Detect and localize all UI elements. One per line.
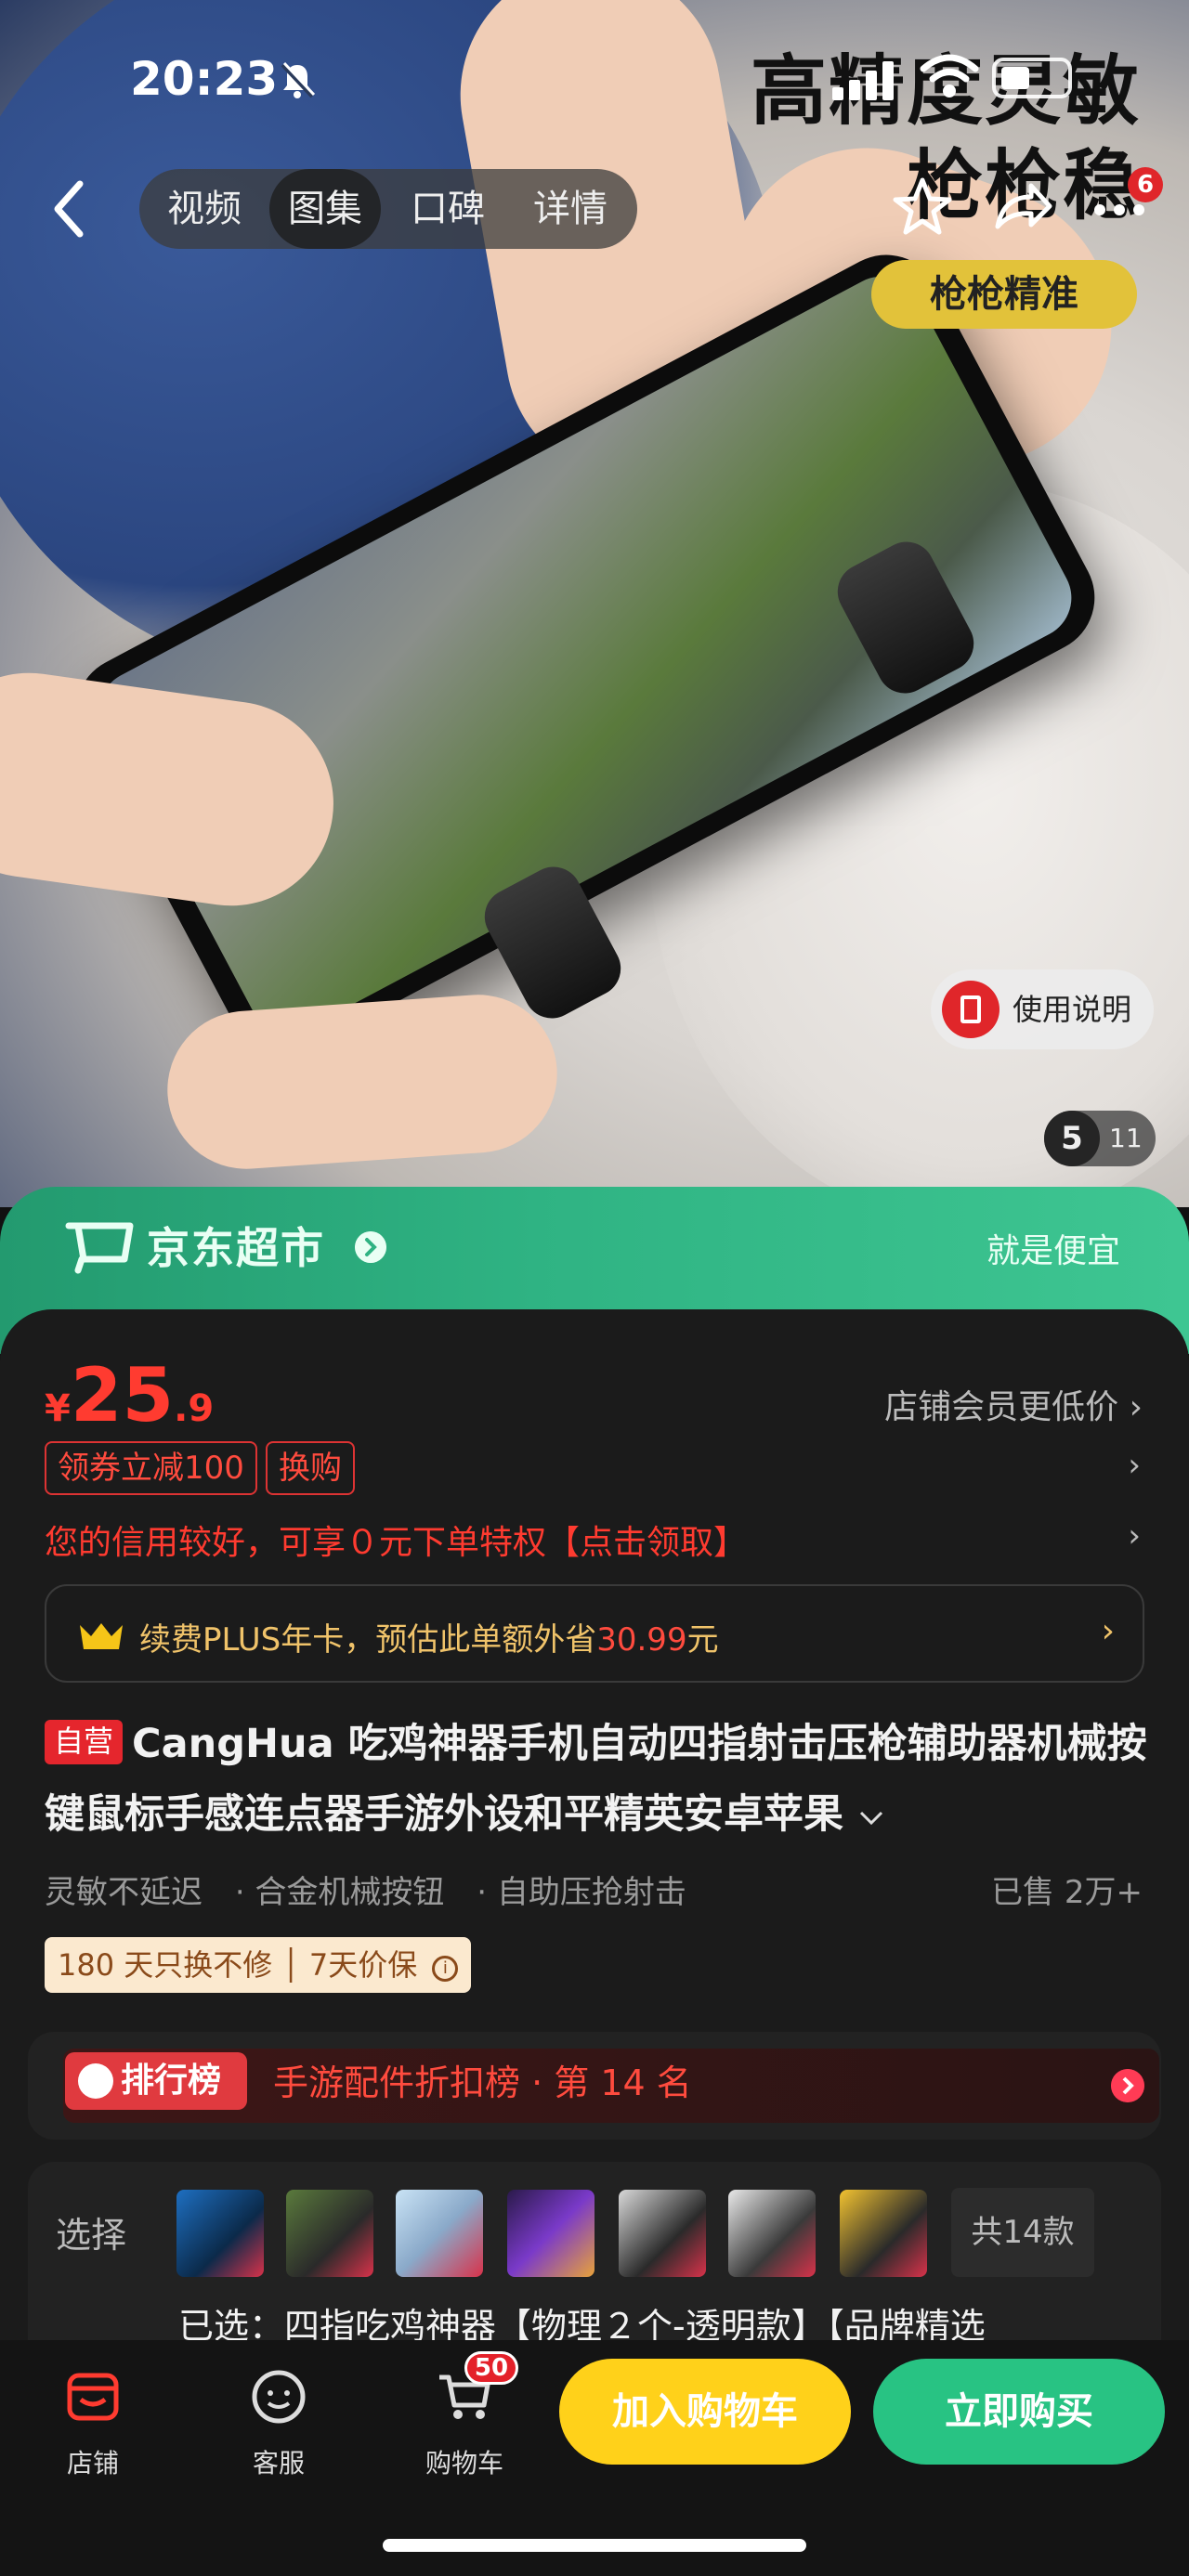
credit-chevron-icon[interactable]: › <box>1128 1517 1141 1555</box>
banner-arrow-icon <box>355 1231 386 1263</box>
tab-gallery[interactable]: 图集 <box>269 169 381 249</box>
wifi-icon <box>920 54 979 98</box>
product-title[interactable]: 自营 CangHua 吃鸡神器手机自动四指射击压枪辅助器机械按键鼠标手感连点器手游… <box>45 1709 1150 1850</box>
media-tabs: 视频 图集 口碑 详情 <box>139 169 637 249</box>
price-integer: 25 <box>70 1352 175 1438</box>
variant-thumb[interactable] <box>728 2190 816 2277</box>
ranking-label-text: 排行榜 <box>121 2062 222 2100</box>
pager-total: 11 <box>1109 1123 1143 1153</box>
credit-promo[interactable]: 您的信用较好，可享０元下单特权【点击领取】 <box>45 1516 747 1564</box>
cart-label: 购物车 <box>425 2448 503 2478</box>
plus-text-prefix: 续费PLUS年卡，预估此单额外省 <box>139 1621 597 1659</box>
ranking-arrow-icon <box>1111 2069 1144 2102</box>
buy-now-button[interactable]: 立即购买 <box>873 2359 1165 2465</box>
price-currency: ¥ <box>45 1387 71 1430</box>
member-price-text: 店铺会员更低价 <box>884 1388 1119 1426</box>
coupon-chevron-icon[interactable]: › <box>1128 1447 1141 1484</box>
feature-list: 灵敏不延迟 · 合金机械按钮 · 自助压抢射击 <box>45 1867 709 1912</box>
add-to-cart-button[interactable]: 加入购物车 <box>559 2359 851 2465</box>
price: ¥25.9 <box>45 1352 214 1438</box>
tab-details[interactable]: 详情 <box>515 169 626 249</box>
back-arrow-icon[interactable] <box>45 176 100 241</box>
battery-icon <box>992 58 1072 98</box>
plus-text: 续费PLUS年卡，预估此单额外省30.99元 <box>139 1614 719 1659</box>
manual-book-icon <box>942 981 1000 1038</box>
hero-pill: 枪枪精准 <box>871 260 1137 329</box>
variant-thumb[interactable] <box>840 2190 927 2277</box>
left-thumb <box>162 989 563 1175</box>
variant-thumb[interactable] <box>507 2190 594 2277</box>
cart-count-badge: 50 <box>464 2351 518 2385</box>
shop-label: 店铺 <box>66 2448 119 2478</box>
expand-chevron-icon[interactable] <box>857 1809 885 1828</box>
member-price-link[interactable]: 店铺会员更低价 › <box>884 1380 1143 1428</box>
ranking-section[interactable]: 排行榜 手游配件折扣榜 · 第 14 名 <box>28 2032 1161 2140</box>
product-title-text: CangHua 吃鸡神器手机自动四指射击压枪辅助器机械按键鼠标手感连点器手游外设… <box>45 1721 1147 1838</box>
ranking-label: 排行榜 <box>65 2052 247 2110</box>
price-decimal: .9 <box>174 1387 215 1430</box>
self-operated-tag: 自营 <box>45 1720 124 1764</box>
variant-thumb[interactable] <box>286 2190 373 2277</box>
service-text: 180 天只换不修 │ 7天价保 <box>58 1947 418 1983</box>
mute-bell-icon <box>281 61 316 98</box>
crown-icon <box>80 1623 123 1649</box>
trophy-icon <box>78 2063 113 2099</box>
plus-chevron-icon: › <box>1101 1612 1115 1650</box>
tab-video[interactable]: 视频 <box>149 169 260 249</box>
cart-button[interactable]: 购物车 <box>409 2368 520 2480</box>
exchange-badge[interactable]: 换购 <box>266 1441 355 1495</box>
favorite-star-icon[interactable] <box>890 175 955 240</box>
feature-item: · 自助压抢射击 <box>477 1874 686 1911</box>
pager-current: 5 <box>1044 1111 1100 1166</box>
home-indicator[interactable] <box>383 2539 806 2552</box>
banner-slogan: 就是便宜 <box>986 1232 1120 1270</box>
variant-thumb[interactable] <box>619 2190 706 2277</box>
ranking-text: 手游配件折扣榜 · 第 14 名 <box>273 2062 692 2103</box>
signal-icon <box>832 61 894 100</box>
sold-count: 已售 2万+ <box>991 1874 1143 1911</box>
plus-renewal-bar[interactable]: 续费PLUS年卡，预估此单额外省30.99元 › <box>45 1584 1144 1683</box>
plus-unit: 元 <box>686 1621 719 1659</box>
feature-item: 灵敏不延迟 <box>45 1874 203 1911</box>
shop-icon <box>67 2373 119 2421</box>
service-label: 客服 <box>252 2448 305 2478</box>
variant-thumb[interactable] <box>396 2190 483 2277</box>
manual-label: 使用说明 <box>1013 992 1132 1027</box>
variant-total[interactable]: 共14款 <box>951 2188 1094 2277</box>
variant-thumb[interactable] <box>176 2190 264 2277</box>
image-pager: 5 11 <box>1044 1111 1156 1166</box>
status-time: 20:23 <box>130 52 279 106</box>
customer-service-icon <box>252 2370 306 2424</box>
info-icon: i <box>432 1956 459 1982</box>
banner-store-name: 京东超市 <box>147 1223 325 1273</box>
jd-supermarket-logo-icon <box>65 1222 134 1274</box>
manual-button[interactable]: 使用说明 <box>931 969 1154 1049</box>
share-icon[interactable] <box>990 175 1055 240</box>
tab-reviews[interactable]: 口碑 <box>392 169 503 249</box>
customer-service-button[interactable]: 客服 <box>223 2368 334 2480</box>
feature-item: · 合金机械按钮 <box>234 1874 445 1911</box>
select-label: 选择 <box>56 2215 127 2256</box>
plus-amount: 30.99 <box>596 1621 687 1659</box>
coupon-badge[interactable]: 领券立减100 <box>45 1441 257 1495</box>
more-badge: 6 <box>1128 167 1163 202</box>
shop-button[interactable]: 店铺 <box>37 2368 149 2480</box>
service-guarantee[interactable]: 180 天只换不修 │ 7天价保 i <box>45 1937 472 1993</box>
product-info-card: ¥25.9 店铺会员更低价 › 领券立减100 换购 › 您的信用较好，可享０元… <box>0 1309 1189 2403</box>
